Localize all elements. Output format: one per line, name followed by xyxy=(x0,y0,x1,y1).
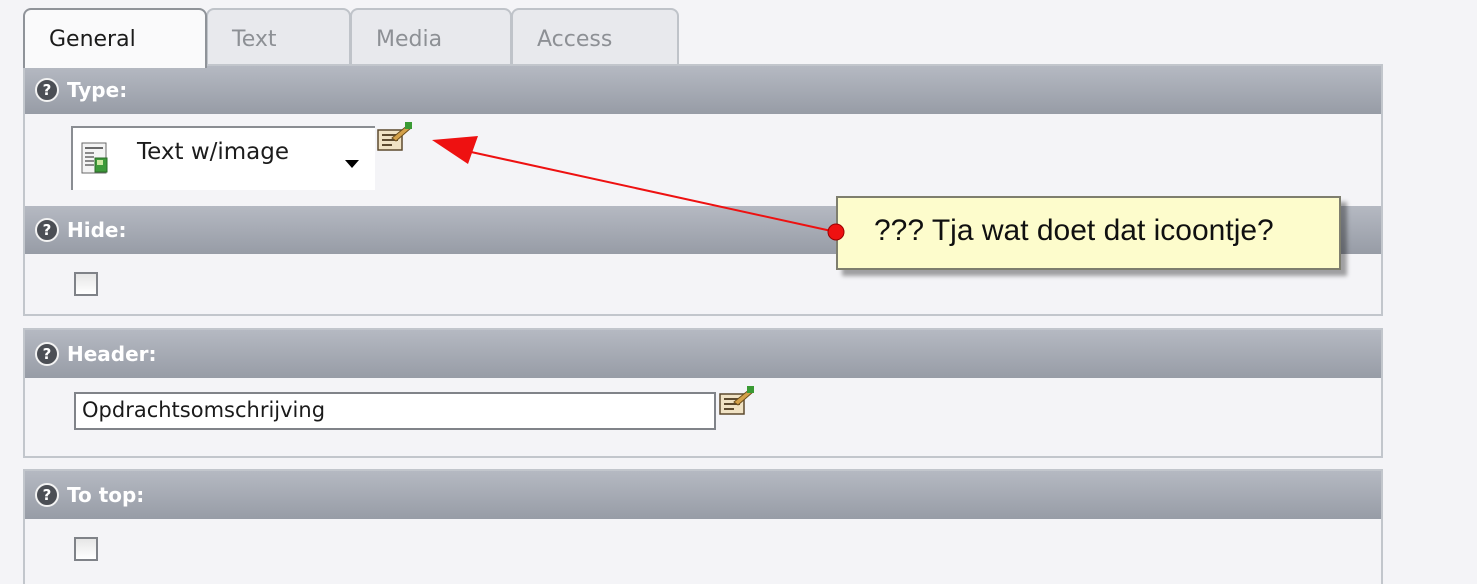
annotation-arrow xyxy=(432,136,845,241)
